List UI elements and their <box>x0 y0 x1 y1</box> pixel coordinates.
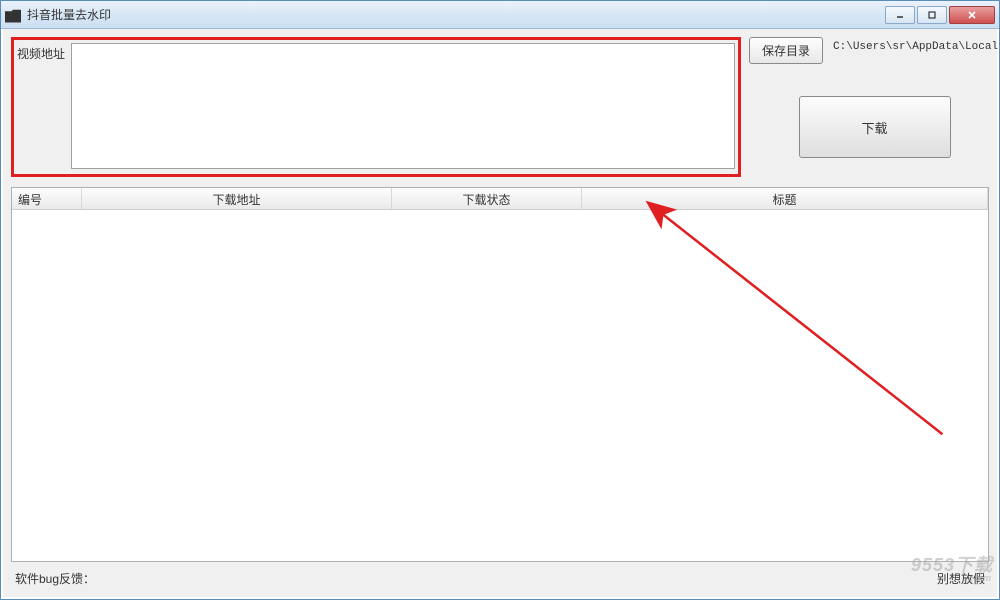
window-controls <box>885 6 995 24</box>
window-title: 抖音批量去水印 <box>27 6 885 23</box>
close-button[interactable] <box>949 6 995 24</box>
close-icon <box>966 10 978 20</box>
col-url[interactable]: 下载地址 <box>82 188 392 209</box>
footer: 软件bug反馈： 别想放假 <box>11 568 989 589</box>
save-dir-button[interactable]: 保存目录 <box>749 37 823 64</box>
download-button[interactable]: 下载 <box>799 96 951 158</box>
col-number[interactable]: 编号 <box>12 188 82 209</box>
minimize-button[interactable] <box>885 6 915 24</box>
maximize-icon <box>927 10 937 20</box>
app-window: 抖音批量去水印 视频地址 保存目录 C:\Users\sr\AppData\Lo… <box>0 0 1000 600</box>
col-title[interactable]: 标题 <box>582 188 988 209</box>
save-row: 保存目录 C:\Users\sr\AppData\Local <box>749 37 1000 64</box>
client-area: 视频地址 保存目录 C:\Users\sr\AppData\Local 下载 编… <box>1 29 999 599</box>
bug-feedback-label: 软件bug反馈： <box>15 570 95 587</box>
url-textarea[interactable] <box>71 43 735 169</box>
download-list: 编号 下载地址 下载状态 标题 <box>11 187 989 562</box>
download-button-wrap: 下载 <box>749 96 1000 158</box>
top-section: 视频地址 保存目录 C:\Users\sr\AppData\Local 下载 <box>11 37 989 177</box>
minimize-icon <box>895 10 905 20</box>
list-header: 编号 下载地址 下载状态 标题 <box>12 188 988 210</box>
maximize-button[interactable] <box>917 6 947 24</box>
url-input-group: 视频地址 <box>11 37 741 177</box>
col-status[interactable]: 下载状态 <box>392 188 582 209</box>
app-icon <box>5 7 21 23</box>
url-label: 视频地址 <box>17 43 65 62</box>
save-path-display: C:\Users\sr\AppData\Local <box>831 37 1000 57</box>
titlebar[interactable]: 抖音批量去水印 <box>1 1 999 29</box>
list-body[interactable] <box>12 210 988 561</box>
credit-label: 别想放假 <box>937 570 985 587</box>
right-controls: 保存目录 C:\Users\sr\AppData\Local 下载 <box>749 37 1000 158</box>
